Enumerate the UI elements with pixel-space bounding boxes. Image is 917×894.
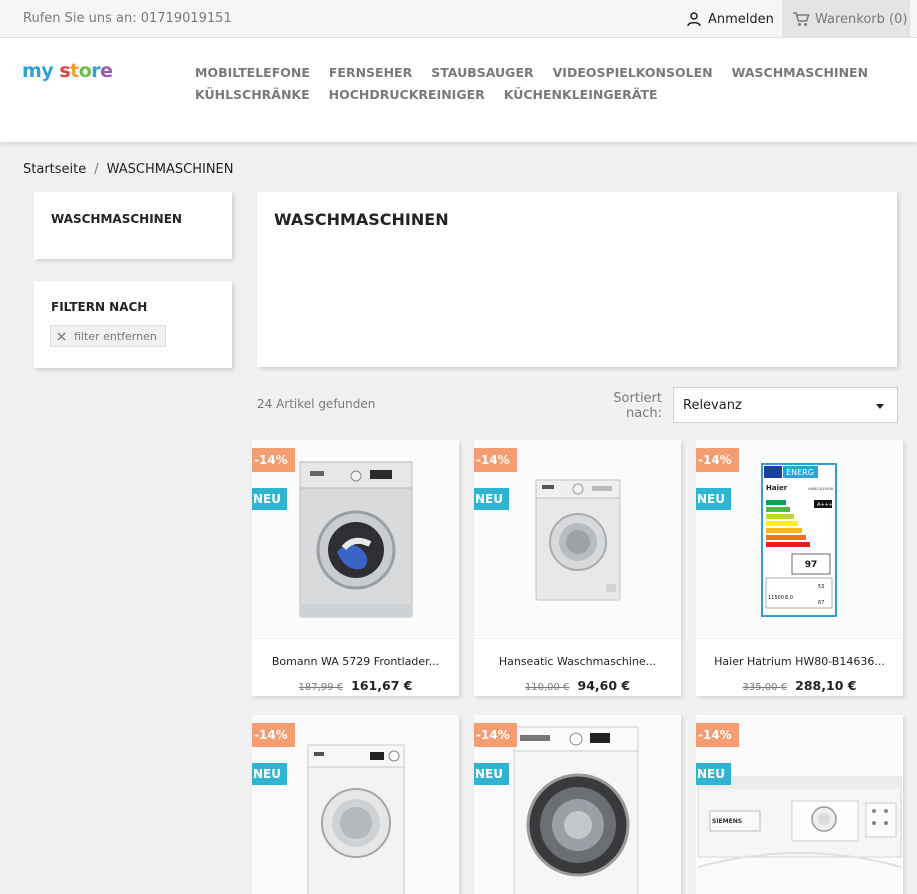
nav-row-2: KÜHLSCHRÄNKE HOCHDRUCKREINIGER KÜCHENKLE… — [195, 87, 835, 102]
nav-row-1: MOBILTELEFONE FERNSEHER STAUBSAUGER VIDE… — [195, 65, 868, 80]
old-price: 187,99 € — [298, 682, 344, 693]
breadcrumb-separator: / — [94, 162, 99, 177]
nav-item-fernseher[interactable]: FERNSEHER — [329, 65, 412, 80]
discount-badge: -14% — [696, 723, 739, 747]
energy-label-model: HW80-B14636 — [808, 487, 833, 491]
contact-phone: Rufen Sie uns an: 01719019151 — [23, 11, 232, 26]
energy-label-value-2: 8,0 — [785, 595, 793, 601]
product-name[interactable]: Hanseatic Waschmaschine... — [474, 655, 681, 668]
new-badge: NEU — [696, 488, 731, 510]
close-icon — [57, 332, 66, 340]
user-icon — [687, 12, 701, 27]
energy-label-header: ENERG — [786, 468, 814, 477]
product-card[interactable]: -14% NEU Hanseatic Waschmaschine... 110,… — [474, 440, 681, 696]
site-header: my store MOBILTELEFONE FERNSEHER STAUBSA… — [0, 38, 917, 142]
breadcrumb: Startseite / WASCHMASCHINEN — [23, 162, 234, 177]
product-count: 24 Artikel gefunden — [257, 397, 376, 411]
nav-item-kuehlschraenke[interactable]: KÜHLSCHRÄNKE — [195, 87, 310, 102]
discount-badge: -14% — [474, 448, 517, 472]
caret-down-icon — [876, 404, 884, 409]
product-info: Bomann WA 5729 Frontlader... 187,99 € 16… — [252, 638, 459, 696]
sort-selected-value: Relevanz — [683, 397, 742, 413]
login-label: Anmelden — [708, 11, 774, 27]
logo-text-store: store — [59, 60, 113, 82]
nav-item-staubsauger[interactable]: STAUBSAUGER — [431, 65, 533, 80]
sort-dropdown[interactable]: Relevanz — [673, 387, 898, 423]
product-prices: 187,99 € 161,67 € — [252, 675, 459, 694]
discount-badge: -14% — [474, 723, 517, 747]
filter-title: FILTERN NACH — [51, 300, 148, 314]
cart-button[interactable]: Warenkorb (0) — [782, 0, 910, 38]
old-price: 110,00 € — [524, 682, 570, 693]
sidebar-category-box: WASCHMASCHINEN — [34, 192, 232, 259]
nav-item-mobiltelefone[interactable]: MOBILTELEFONE — [195, 65, 310, 80]
product-prices: 110,00 € 94,60 € — [474, 675, 681, 694]
top-bar: Rufen Sie uns an: 01719019151 Anmelden W… — [0, 0, 917, 38]
new-badge: NEU — [474, 763, 509, 785]
category-header-box: WASCHMASCHINEN — [257, 192, 897, 367]
product-card[interactable]: -14% NEU — [252, 715, 459, 894]
main-nav: MOBILTELEFONE FERNSEHER STAUBSAUGER VIDE… — [195, 65, 868, 109]
new-badge: NEU — [252, 763, 287, 785]
product-card[interactable]: ENERG Haier HW80-B14636 A+++ 97 11500 8,… — [696, 440, 903, 696]
energy-label-kwh: 97 — [805, 560, 818, 570]
product-card[interactable]: -14% NEU Bomann WA 5729 Frontlader... 18… — [252, 440, 459, 696]
siemens-label: SIEMENS — [712, 818, 742, 825]
current-price: 288,10 € — [795, 678, 857, 693]
nav-item-waschmaschinen[interactable]: WASCHMASCHINEN — [732, 65, 868, 80]
current-price: 161,67 € — [351, 678, 413, 693]
nav-item-videospielkonsolen[interactable]: VIDEOSPIELKONSOLEN — [553, 65, 713, 80]
product-info: Hanseatic Waschmaschine... 110,00 € 94,6… — [474, 638, 681, 696]
old-price: 335,00 € — [742, 682, 788, 693]
shopping-cart-icon — [793, 12, 810, 26]
energy-label-value-3: 53 — [818, 584, 824, 590]
new-badge: NEU — [696, 763, 731, 785]
product-card[interactable]: SIEMENS -14% NEU — [696, 715, 903, 894]
breadcrumb-current[interactable]: WASCHMASCHINEN — [107, 162, 234, 177]
product-name[interactable]: Bomann WA 5729 Frontlader... — [252, 655, 459, 668]
product-info: Haier Hatrium HW80-B14636... 335,00 € 28… — [696, 638, 903, 696]
energy-label-class: A+++ — [817, 502, 833, 508]
discount-badge: -14% — [696, 448, 739, 472]
sort-label: Sortiert nach: — [613, 391, 662, 421]
product-prices: 335,00 € 288,10 € — [696, 675, 903, 694]
sidebar-category-title[interactable]: WASCHMASCHINEN — [51, 212, 182, 226]
store-logo[interactable]: my store — [22, 60, 113, 82]
nav-item-hochdruckreiniger[interactable]: HOCHDRUCKREINIGER — [329, 87, 485, 102]
energy-label-value-1: 11500 — [768, 595, 784, 601]
current-price: 94,60 € — [577, 678, 631, 693]
breadcrumb-home[interactable]: Startseite — [23, 162, 86, 177]
clear-filter-chip[interactable]: filter entfernen — [50, 325, 166, 347]
logo-text-my: my — [22, 60, 54, 82]
energy-label-value-4: 67 — [818, 600, 824, 606]
discount-badge: -14% — [252, 723, 295, 747]
cart-label: Warenkorb (0) — [815, 11, 908, 27]
discount-badge: -14% — [252, 448, 295, 472]
sidebar-filter-box: FILTERN NACH filter entfernen — [34, 281, 232, 368]
energy-label-brand: Haier — [766, 484, 788, 492]
new-badge: NEU — [474, 488, 509, 510]
nav-item-kuechenkleingeraete[interactable]: KÜCHENKLEINGERÄTE — [504, 87, 658, 102]
clear-filter-label: filter entfernen — [74, 329, 157, 343]
product-card[interactable]: -14% NEU — [474, 715, 681, 894]
login-link[interactable]: Anmelden — [686, 10, 774, 28]
new-badge: NEU — [252, 488, 287, 510]
product-name[interactable]: Haier Hatrium HW80-B14636... — [696, 655, 903, 668]
category-title: WASCHMASCHINEN — [274, 210, 449, 229]
